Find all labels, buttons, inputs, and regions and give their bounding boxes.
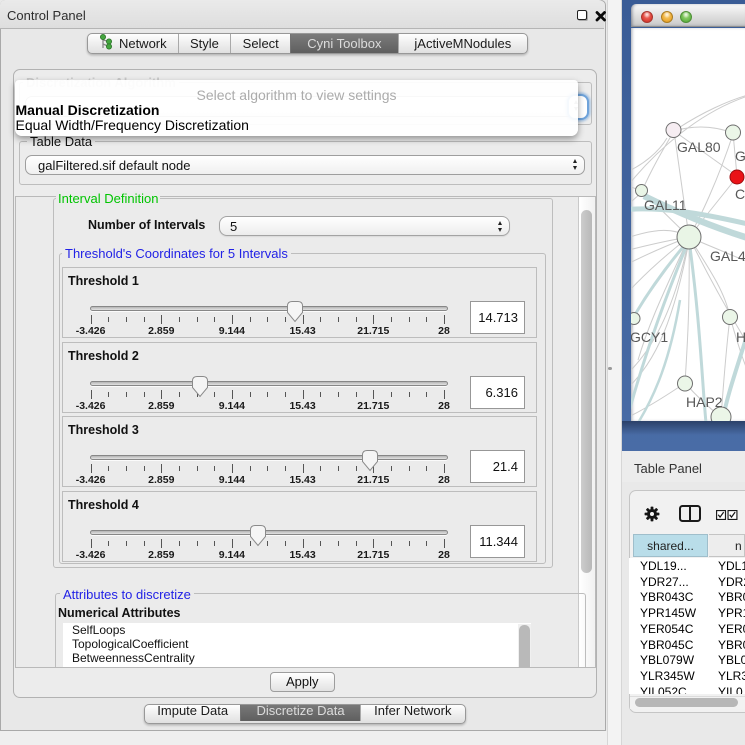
svg-text:GAL4: GAL4 bbox=[710, 248, 745, 264]
svg-text:GAL80: GAL80 bbox=[677, 139, 721, 155]
svg-text:CY: CY bbox=[735, 186, 745, 202]
svg-text:HAP2: HAP2 bbox=[686, 394, 723, 410]
svg-text:GAL11: GAL11 bbox=[644, 197, 687, 213]
svg-text:H: H bbox=[736, 329, 745, 345]
svg-text:GA: GA bbox=[735, 148, 745, 164]
svg-text:GCY1: GCY1 bbox=[631, 329, 668, 345]
